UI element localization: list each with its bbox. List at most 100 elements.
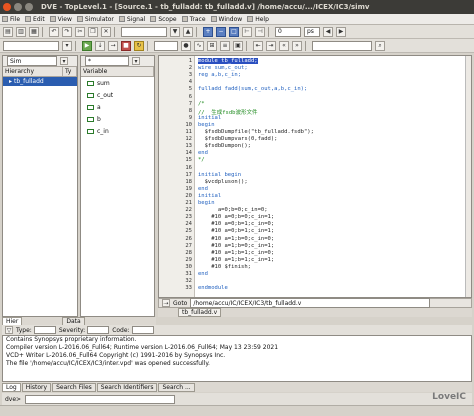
code-line[interactable]: begin xyxy=(198,122,215,128)
zoom-out-icon[interactable]: − xyxy=(216,26,226,37)
variables-filter-select[interactable]: * ▾ xyxy=(81,56,154,67)
wave-icon[interactable]: ∿ xyxy=(194,40,204,51)
menu-window[interactable]: Window xyxy=(210,16,242,23)
step-forward-icon[interactable]: ▶ xyxy=(336,26,346,37)
menu-trace[interactable]: Trace xyxy=(181,16,206,23)
find-prev-icon[interactable]: ▲ xyxy=(183,26,193,37)
variables-filter-value[interactable]: * xyxy=(85,56,129,66)
code-line[interactable]: end xyxy=(198,150,208,156)
step-icon[interactable]: ↓ xyxy=(95,40,105,51)
code-line[interactable]: endmodule xyxy=(198,285,228,291)
cut-icon[interactable]: ✂ xyxy=(75,26,85,37)
back-icon[interactable]: « xyxy=(279,40,289,51)
dropdown-icon[interactable]: ▾ xyxy=(132,57,140,65)
search-icon[interactable]: ⌕ xyxy=(375,40,385,51)
copy-icon[interactable]: ❐ xyxy=(88,26,98,37)
code-line[interactable]: $fsdbDumpvars(0,fadd); xyxy=(198,136,278,142)
zoom-fit-icon[interactable]: □ xyxy=(229,26,239,37)
next-icon[interactable]: → xyxy=(108,40,118,51)
code-line[interactable]: #10 a=1;b=1;c_in=0; xyxy=(198,250,274,256)
tab-search-more[interactable]: Search ... xyxy=(158,382,195,392)
run-icon[interactable]: ▶ xyxy=(82,40,92,51)
code-line[interactable]: #10 a=0;b=1;c_in=1; xyxy=(198,228,274,234)
variable-item[interactable]: c_in xyxy=(81,125,154,137)
open-icon[interactable]: ▤ xyxy=(3,26,13,37)
trace-load-icon[interactable]: ⇥ xyxy=(266,40,276,51)
dropdown-icon[interactable]: ▾ xyxy=(62,40,72,51)
code-line[interactable]: #10 a=1;b=0;c_in=1; xyxy=(198,243,274,249)
variable-item[interactable]: b xyxy=(81,113,154,125)
code-line[interactable]: $vcdpluson(); xyxy=(198,179,248,185)
stop-icon[interactable]: ■ xyxy=(121,40,131,51)
severity-select[interactable] xyxy=(87,326,110,334)
code-line[interactable]: /* xyxy=(198,101,205,107)
variable-item[interactable]: sum xyxy=(81,77,154,89)
breakpoint-icon[interactable]: ● xyxy=(181,40,191,51)
dropdown-icon[interactable]: ▾ xyxy=(60,57,68,65)
variable-item[interactable]: a xyxy=(81,101,154,113)
window-maximize-button[interactable] xyxy=(25,3,33,11)
menu-edit[interactable]: Edit xyxy=(25,16,45,23)
code-line[interactable]: #10 a=0;b=1;c_in=0; xyxy=(198,221,274,227)
code-line[interactable]: fulladd fadd(sum,c_out,a,b,c_in); xyxy=(198,86,307,92)
menu-simulator[interactable]: Simulator xyxy=(76,16,114,23)
menu-help[interactable]: Help xyxy=(247,16,269,23)
code-line[interactable]: module tb_fulladd; xyxy=(198,58,258,64)
code-line[interactable]: #10 a=1;b=0;c_in=0; xyxy=(198,236,274,242)
code-line[interactable]: #10 a=0;b=0;c_in=1; xyxy=(198,214,274,220)
code-line[interactable]: $fsdbDumpon(); xyxy=(198,143,251,149)
hierarchy-item-tb-fulladd[interactable]: ▸ tb_fulladd xyxy=(3,77,77,86)
code-line[interactable]: a=0;b=0;c_in=0; xyxy=(198,207,268,213)
code-line[interactable]: end xyxy=(198,271,208,277)
code-line[interactable]: begin xyxy=(198,200,215,206)
undo-icon[interactable]: ↶ xyxy=(49,26,59,37)
signal-filter-field[interactable] xyxy=(3,40,59,51)
menu-file[interactable]: File xyxy=(2,16,20,23)
type-select[interactable] xyxy=(33,326,56,334)
editor-scrollbar[interactable] xyxy=(465,56,471,297)
code-line[interactable]: initial xyxy=(198,115,221,121)
search-field[interactable] xyxy=(121,26,167,37)
source-editor[interactable]: 1 2 3 4 5 6 7 8 9 10 11 12 13 14 15 16 17 18 19 20 21 22 23 24 2… xyxy=(158,55,472,298)
code-line[interactable]: #10 a=1;b=1;c_in=1; xyxy=(198,257,274,263)
time-value-field[interactable]: 0 xyxy=(275,26,301,37)
zoom-in-icon[interactable]: + xyxy=(203,26,213,37)
goto-icon[interactable]: ⇢ xyxy=(162,299,170,307)
tab-search-files[interactable]: Search Files xyxy=(52,382,96,392)
hierarchy-scope-value[interactable]: Sim xyxy=(7,56,57,66)
tab-search-identifiers[interactable]: Search Identifiers xyxy=(96,382,158,392)
code-area[interactable]: module tb_fulladd; wire sum,c_out; reg a,b… xyxy=(195,56,471,297)
schematic-icon[interactable]: ⊞ xyxy=(207,40,217,51)
code-line[interactable]: #10 $finish; xyxy=(198,264,251,270)
code-line[interactable]: */ xyxy=(198,157,205,163)
forward-icon[interactable]: » xyxy=(292,40,302,51)
code-line[interactable]: reg a,b,c_in; xyxy=(198,72,241,78)
source-tab[interactable]: tb_fulladd.v xyxy=(178,308,222,317)
code-select[interactable] xyxy=(131,326,154,334)
source-path-field[interactable]: /home/accu/IC/ICEX/IC3/tb_fulladd.v xyxy=(190,298,431,308)
save-icon[interactable]: ▥ xyxy=(16,26,26,37)
memory-icon[interactable]: ▣ xyxy=(233,40,243,51)
marker-icon[interactable]: ⊢ xyxy=(242,26,252,37)
restart-icon[interactable]: ↻ xyxy=(134,40,144,51)
menu-scope[interactable]: Scope xyxy=(150,16,177,23)
code-line[interactable]: initial begin xyxy=(198,172,241,178)
command-input[interactable] xyxy=(25,394,176,404)
run-time-field[interactable] xyxy=(154,40,178,51)
find-next-icon[interactable]: ▼ xyxy=(170,26,180,37)
delete-icon[interactable]: ✕ xyxy=(101,26,111,37)
cursor-icon[interactable]: ⊣ xyxy=(255,26,265,37)
variable-column-header[interactable]: Variable xyxy=(81,67,154,76)
tab-log[interactable]: Log xyxy=(2,382,21,392)
type-column-header[interactable]: Ty xyxy=(63,67,77,76)
code-line[interactable]: initial xyxy=(198,193,221,199)
trace-driver-icon[interactable]: ⇤ xyxy=(253,40,263,51)
hierarchy-scope-select[interactable]: Sim ▾ xyxy=(3,56,77,67)
tab-history[interactable]: History xyxy=(21,382,52,392)
time-unit-select[interactable]: ps xyxy=(304,26,320,37)
print-icon[interactable]: ▦ xyxy=(29,26,39,37)
step-back-icon[interactable]: ◀ xyxy=(323,26,333,37)
list-icon[interactable]: ≡ xyxy=(220,40,230,51)
expand-icon[interactable]: ▸ xyxy=(9,78,12,85)
hierarchy-column-header[interactable]: Hierarchy xyxy=(3,67,63,76)
